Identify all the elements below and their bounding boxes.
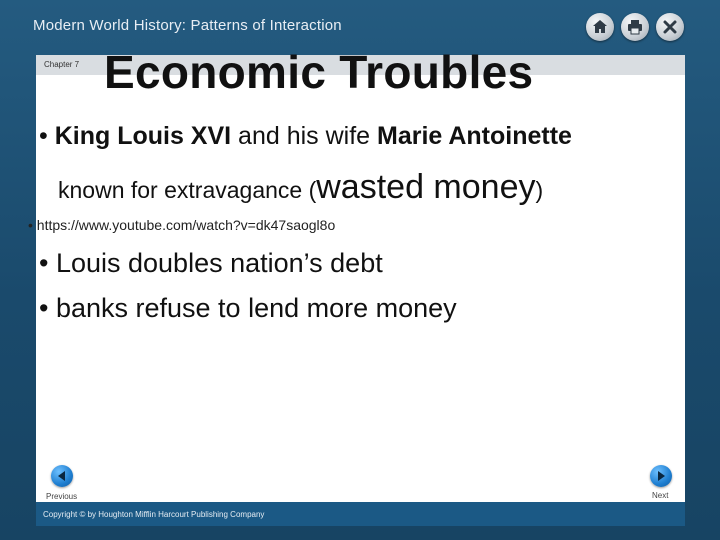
next-label[interactable]: Next [652, 491, 668, 500]
home-button[interactable] [586, 13, 614, 41]
bold-marie-antoinette: Marie Antoinette [377, 122, 572, 150]
close-icon [663, 20, 677, 34]
closing-paren: ) [535, 177, 544, 203]
slide-title: Economic Troubles [104, 46, 534, 98]
arrow-right-icon [658, 471, 665, 481]
wasted-money-text: wasted money [316, 168, 536, 206]
copyright-text: Copyright © by Houghton Mifflin Harcourt… [43, 510, 265, 519]
footer: Copyright © by Houghton Mifflin Harcourt… [36, 502, 685, 526]
print-icon [628, 20, 642, 35]
slide: Chapter 7 Economic Troubles • King Louis… [28, 46, 685, 502]
bullet-extravagance: known for extravagance (wasted money) [58, 168, 543, 207]
close-button[interactable] [656, 13, 684, 41]
previous-button[interactable] [51, 465, 73, 487]
extravagance-text: known for extravagance ( [58, 177, 317, 203]
print-button[interactable] [621, 13, 649, 41]
bullet-prefix: • [39, 122, 55, 150]
bullet-king-louis: • King Louis XVI and his wife Marie Anto… [39, 122, 572, 151]
chapter-label: Chapter 7 [44, 60, 80, 69]
bullet-banks: • banks refuse to lend more money [39, 293, 457, 323]
bold-king-louis: King Louis XVI [54, 122, 232, 150]
next-button[interactable] [650, 465, 672, 487]
home-icon [593, 20, 607, 33]
bullet-debt: • Louis doubles nation’s debt [39, 248, 383, 278]
arrow-left-icon [58, 471, 65, 481]
previous-label[interactable]: Previous [46, 492, 77, 501]
bullet-mid-text: and his wife [231, 122, 378, 150]
youtube-link[interactable]: • https://www.youtube.com/watch?v=dk47sa… [28, 217, 335, 233]
header-title: Modern World History: Patterns of Intera… [33, 17, 342, 34]
